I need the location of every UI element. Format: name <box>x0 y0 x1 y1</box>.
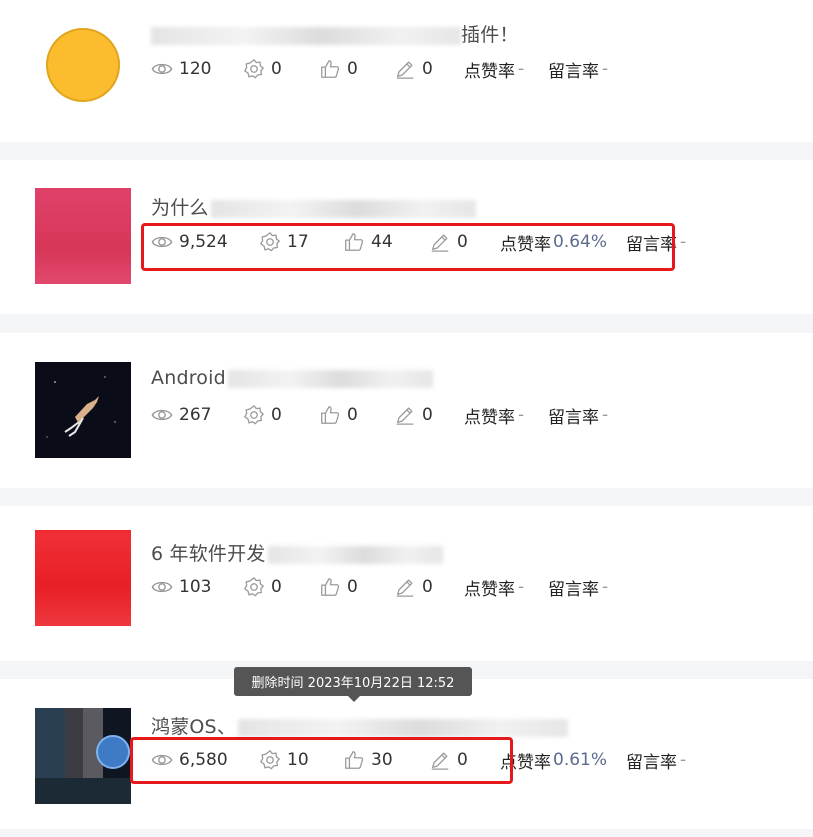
gear-icon <box>243 404 265 425</box>
collects-count: 0 <box>271 577 282 597</box>
comment-rate-value: - <box>680 750 687 770</box>
like-rate-label: 点赞率 <box>464 61 515 82</box>
blurred-title-text <box>151 26 461 45</box>
comment-rate-value: - <box>680 232 687 252</box>
views-stat: 120 <box>151 58 243 80</box>
collects-stat: 0 <box>243 404 319 426</box>
likes-count: 0 <box>347 405 358 425</box>
article-title[interactable]: 鸿蒙OS、 <box>151 712 569 739</box>
eye-icon <box>151 63 173 75</box>
collects-stat: 0 <box>243 576 319 598</box>
comment-rate: 留言率 - <box>548 57 608 82</box>
article-stats: 267 0 0 0 点赞率 - 留言率 - <box>151 403 608 428</box>
blurred-title-text <box>210 199 476 218</box>
pencil-icon <box>396 61 414 79</box>
comment-rate-label: 留言率 <box>548 579 599 600</box>
views-count: 120 <box>179 59 212 79</box>
article-card: 6 年软件开发 103 0 0 0 点赞率 - 留言率 - <box>0 506 813 661</box>
views-count: 103 <box>179 577 212 597</box>
pencil-icon <box>396 407 414 425</box>
collects-count: 0 <box>271 405 282 425</box>
views-stat: 267 <box>151 404 243 426</box>
likes-count: 0 <box>347 577 358 597</box>
article-title[interactable]: 为什么 <box>151 193 476 220</box>
article-card: Android 267 0 0 0 点赞率 - 留言率 - <box>0 333 813 488</box>
blurred-title-text <box>227 369 433 388</box>
article-thumbnail[interactable] <box>35 362 131 458</box>
article-title[interactable]: 6 年软件开发 <box>151 539 443 566</box>
like-rate: 点赞率 - <box>464 57 548 82</box>
like-rate-value: - <box>518 405 525 425</box>
likes-stat: 0 <box>319 404 394 426</box>
pencil-icon <box>396 579 414 597</box>
article-thumbnail[interactable] <box>35 530 131 626</box>
article-title-text: 6 年软件开发 <box>151 543 266 565</box>
article-title[interactable]: Android <box>151 367 433 389</box>
like-rate: 点赞率 - <box>464 403 548 428</box>
comments-count: 0 <box>422 59 433 79</box>
like-rate: 点赞率 - <box>464 575 548 600</box>
gear-icon <box>243 58 265 79</box>
moon-image <box>35 708 131 804</box>
gear-icon <box>243 576 265 597</box>
comments-count: 0 <box>422 405 433 425</box>
like-rate-label: 点赞率 <box>464 579 515 600</box>
collects-count: 0 <box>271 59 282 79</box>
article-card: 插件！ 120 0 0 0 点赞率 - 留言率 - <box>0 0 813 142</box>
likes-stat: 0 <box>319 58 394 80</box>
comments-stat: 0 <box>394 404 464 426</box>
views-stat: 103 <box>151 576 243 598</box>
like-rate-label: 点赞率 <box>464 407 515 428</box>
eye-icon <box>151 581 173 593</box>
comment-rate-value: - <box>602 405 609 425</box>
collects-stat: 0 <box>243 58 319 80</box>
blurred-title-text <box>238 718 569 737</box>
comment-rate: 留言率 - <box>548 575 608 600</box>
comments-count: 0 <box>422 577 433 597</box>
thumbs-up-icon <box>321 406 340 424</box>
comment-rate: 留言率 - <box>548 403 608 428</box>
astronaut-image <box>35 362 131 458</box>
article-title-text: 鸿蒙OS、 <box>151 716 237 738</box>
blurred-title-text <box>267 545 443 564</box>
article-title[interactable]: 插件！ <box>151 20 519 47</box>
likes-count: 0 <box>347 59 358 79</box>
highlight-box <box>130 737 513 784</box>
article-title-text: 为什么 <box>151 197 209 219</box>
views-count: 267 <box>179 405 212 425</box>
like-rate-value: 0.61% <box>553 750 608 770</box>
comment-rate-label: 留言率 <box>548 61 599 82</box>
comment-rate-label: 留言率 <box>548 407 599 428</box>
article-stats: 103 0 0 0 点赞率 - 留言率 - <box>151 575 608 600</box>
article-thumbnail[interactable] <box>35 188 131 284</box>
eye-icon <box>151 409 173 421</box>
article-title-text: Android <box>151 367 226 389</box>
like-rate-value: - <box>518 59 525 79</box>
article-thumbnail[interactable] <box>35 708 131 804</box>
comment-rate-value: - <box>602 59 609 79</box>
thumbnail-blur-overlay <box>35 188 131 284</box>
comment-rate: 留言率 - <box>626 748 686 773</box>
article-title-tail: 插件！ <box>461 24 519 46</box>
highlight-box <box>141 223 675 271</box>
like-rate-value: - <box>518 577 525 597</box>
article-stats: 120 0 0 0 点赞率 - 留言率 - <box>151 57 608 82</box>
thumbs-up-icon <box>321 578 340 596</box>
article-thumbnail[interactable] <box>46 28 120 102</box>
comment-rate-label: 留言率 <box>626 752 677 773</box>
comment-rate-value: - <box>602 577 609 597</box>
thumbnail-blur-overlay <box>35 530 131 626</box>
deletion-time-tooltip: 删除时间 2023年10月22日 12:52 <box>234 667 472 702</box>
comments-stat: 0 <box>394 576 464 598</box>
likes-stat: 0 <box>319 576 394 598</box>
like-rate: 点赞率 0.61% <box>500 748 626 773</box>
comments-stat: 0 <box>394 58 464 80</box>
thumbs-up-icon <box>321 60 340 78</box>
